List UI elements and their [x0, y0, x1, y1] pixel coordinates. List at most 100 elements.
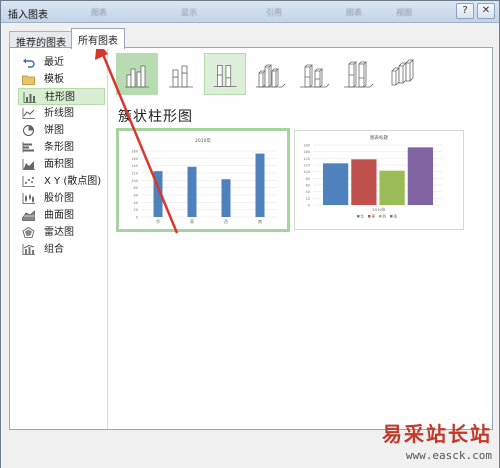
tab-content-panel: 最近 模板 柱形图 折线图 饼图 条形图 面积图 X Y (散点图) 股价图 曲…	[9, 47, 493, 430]
column-chart-icon	[23, 92, 36, 103]
sidebar-item-templates[interactable]: 模板	[18, 71, 105, 88]
y-tick-label: 120	[131, 172, 138, 176]
y-tick-label: 60	[134, 194, 138, 198]
bar	[187, 166, 197, 217]
sidebar-item-label: 曲面图	[44, 210, 74, 221]
radar-chart-icon	[22, 227, 35, 238]
y-tick-label: 180	[131, 150, 138, 154]
subtype-3d-clustered-column[interactable]	[248, 53, 290, 95]
sidebar-item-combo[interactable]: 组合	[18, 241, 105, 258]
tab-recommended-charts[interactable]: 推荐的图表	[9, 31, 73, 49]
sidebar-item-label: 柱形图	[45, 92, 75, 103]
sidebar-item-bar[interactable]: 条形图	[18, 139, 105, 156]
bar	[221, 179, 231, 217]
ghost-label: 图表	[91, 8, 107, 17]
sidebar-item-label: 面积图	[44, 159, 74, 170]
x-tick-label: 東	[190, 218, 194, 224]
site-watermark: 易采站长站 www.easck.com	[382, 418, 492, 462]
legend-swatch	[390, 215, 393, 218]
sidebar-item-surface[interactable]: 曲面图	[18, 207, 105, 224]
sidebar-item-area[interactable]: 面积图	[18, 156, 105, 173]
subtype-stacked-column[interactable]	[160, 53, 202, 95]
subtype-percent-stacked-column[interactable]	[204, 53, 246, 95]
x-tick-label: 南	[258, 218, 262, 224]
subtype-3d-stacked-column[interactable]	[292, 53, 334, 95]
legend-swatch	[379, 215, 382, 218]
preview-chart-svg: 图表标题 0 20 40 60 80 100 120 140 160 180 2010年华 東 西 南	[303, 134, 443, 219]
legend-label: 西	[383, 215, 387, 219]
y-tick-label: 80	[306, 177, 310, 181]
sidebar-item-recent[interactable]: 最近	[18, 54, 105, 71]
tab-all-charts[interactable]: 所有图表	[71, 28, 125, 49]
bar	[323, 163, 349, 205]
sidebar-item-column[interactable]: 柱形图	[18, 88, 105, 105]
3d-percent-stacked-column-icon	[344, 61, 374, 88]
sidebar-item-pie[interactable]: 饼图	[18, 122, 105, 139]
sidebar-item-scatter[interactable]: X Y (散点图)	[18, 173, 105, 190]
ghost-label: 显示	[181, 8, 197, 17]
dialog-title: 插入图表	[8, 10, 48, 21]
y-tick-label: 120	[303, 164, 310, 168]
watermark-text: 易采站长站	[382, 422, 492, 446]
x-tick-label: 西	[224, 219, 228, 224]
sidebar-item-stock[interactable]: 股价图	[18, 190, 105, 207]
3d-clustered-column-icon	[256, 64, 286, 88]
sidebar-item-label: 条形图	[44, 142, 74, 153]
sidebar-item-label: 组合	[44, 244, 64, 255]
bar	[351, 159, 377, 205]
y-tick-label: 160	[131, 157, 138, 161]
y-tick-label: 140	[303, 157, 310, 161]
sidebar-item-line[interactable]: 折线图	[18, 105, 105, 122]
surface-chart-icon	[22, 210, 35, 221]
sidebar-item-label: 雷达图	[44, 227, 74, 238]
chart-type-list: 最近 模板 柱形图 折线图 饼图 条形图 面积图 X Y (散点图) 股价图 曲…	[10, 48, 108, 429]
stock-chart-icon	[22, 193, 35, 204]
subtype-3d-percent-stacked-column[interactable]	[336, 53, 378, 95]
chart-preview-by-series[interactable]: 图表标题 0 20 40 60 80 100 120 140 160 180 2010年华 東 西 南	[294, 130, 464, 230]
y-tick-label: 100	[131, 179, 138, 183]
ghost-label: 引用	[266, 8, 282, 17]
title-bar[interactable]: 插入图表 图表 显示 引用 图表 视图 ? ✕	[1, 1, 499, 23]
pie-chart-icon	[23, 125, 34, 136]
undo-arrow-icon	[23, 58, 35, 68]
bar	[255, 153, 265, 217]
y-tick-label: 0	[136, 216, 138, 220]
subtype-clustered-column[interactable]	[116, 53, 158, 95]
subtype-3d-column[interactable]	[380, 53, 422, 95]
sidebar-item-label: 模板	[44, 74, 64, 85]
sidebar-item-radar[interactable]: 雷达图	[18, 224, 105, 241]
insert-chart-dialog: 插入图表 图表 显示 引用 图表 视图 ? ✕ 推荐的图表 所有图表 最近 模板…	[0, 0, 500, 468]
3d-column-icon	[391, 59, 414, 86]
bar-chart-icon	[22, 142, 34, 153]
legend-label: 南	[394, 214, 398, 219]
close-button[interactable]: ✕	[477, 3, 495, 19]
y-tick-label: 20	[306, 197, 310, 201]
legend-swatch	[357, 215, 360, 218]
sidebar-item-label: 最近	[44, 57, 64, 68]
chart-preview-by-category[interactable]: 2010年 0 20 40 60 80 100 120 140 160 180 华 東 西 南	[116, 128, 290, 232]
y-tick-label: 80	[134, 186, 138, 190]
bar	[379, 170, 405, 205]
y-tick-label: 140	[131, 164, 138, 168]
legend-label: 华	[361, 214, 365, 219]
help-button[interactable]: ?	[456, 3, 474, 19]
x-tick-label: 华	[156, 218, 160, 224]
watermark-url: www.easck.com	[405, 449, 492, 462]
scatter-chart-icon	[22, 176, 35, 187]
folder-icon	[22, 75, 35, 85]
y-tick-label: 20	[134, 208, 138, 212]
3d-stacked-column-icon	[300, 64, 330, 88]
legend-label: 東	[372, 214, 376, 219]
sidebar-item-label: X Y (散点图)	[44, 176, 102, 187]
bar	[407, 147, 433, 205]
chart-title: 图表标题	[370, 134, 388, 141]
tab-strip: 推荐的图表 所有图表	[9, 28, 493, 49]
line-chart-icon	[22, 108, 35, 119]
y-tick-label: 40	[306, 190, 310, 194]
chart-subtype-gallery	[116, 53, 426, 97]
y-tick-label: 0	[308, 204, 310, 208]
ghost-label: 视图	[396, 8, 412, 17]
y-tick-label: 180	[303, 144, 310, 148]
legend-swatch	[368, 215, 371, 218]
y-tick-label: 100	[303, 170, 310, 174]
